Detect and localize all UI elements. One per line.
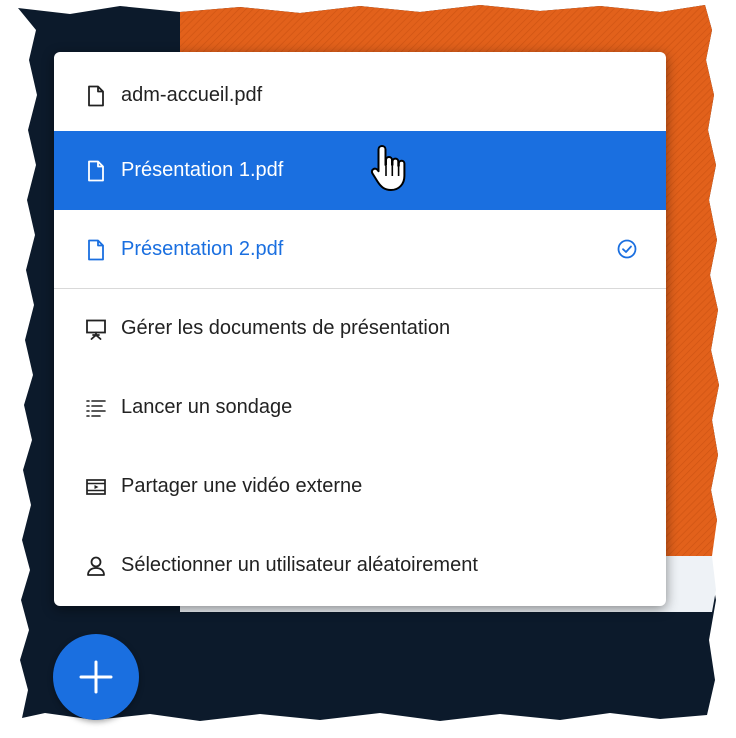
hand-pointer-icon (370, 145, 406, 191)
menu-item-start-poll[interactable]: Lancer un sondage (54, 368, 666, 447)
poll-list-icon (84, 396, 108, 420)
user-icon (84, 554, 108, 578)
presentation-screen-icon (84, 317, 108, 341)
file-icon (84, 238, 108, 262)
check-circle-icon (617, 239, 637, 259)
menu-item-label: Partager une vidéo externe (121, 475, 363, 497)
plus-icon (79, 660, 113, 694)
actions-dropdown-menu: adm-accueil.pdf Présentation 1.pdf Prése… (54, 52, 666, 606)
file-icon (84, 159, 108, 183)
menu-item-label: Présentation 2.pdf (121, 238, 284, 260)
menu-item-label: Sélectionner un utilisateur aléatoiremen… (121, 554, 478, 576)
menu-item-select-random-user[interactable]: Sélectionner un utilisateur aléatoiremen… (54, 526, 666, 605)
menu-item-label: Lancer un sondage (121, 396, 293, 418)
video-frame-icon (84, 475, 108, 499)
menu-item-share-external-video[interactable]: Partager une vidéo externe (54, 447, 666, 526)
menu-item-manage-presentations[interactable]: Gérer les documents de présentation (54, 289, 666, 368)
menu-item-presentation-1[interactable]: Présentation 1.pdf (54, 131, 666, 210)
menu-item-label: Gérer les documents de présentation (121, 317, 451, 339)
menu-item-presentation-2[interactable]: Présentation 2.pdf (54, 210, 666, 289)
menu-item-adm-accueil[interactable]: adm-accueil.pdf (54, 56, 666, 135)
menu-item-label: Présentation 1.pdf (121, 159, 284, 181)
menu-item-label: adm-accueil.pdf (121, 84, 263, 106)
actions-plus-button[interactable] (53, 634, 139, 720)
file-icon (84, 84, 108, 108)
